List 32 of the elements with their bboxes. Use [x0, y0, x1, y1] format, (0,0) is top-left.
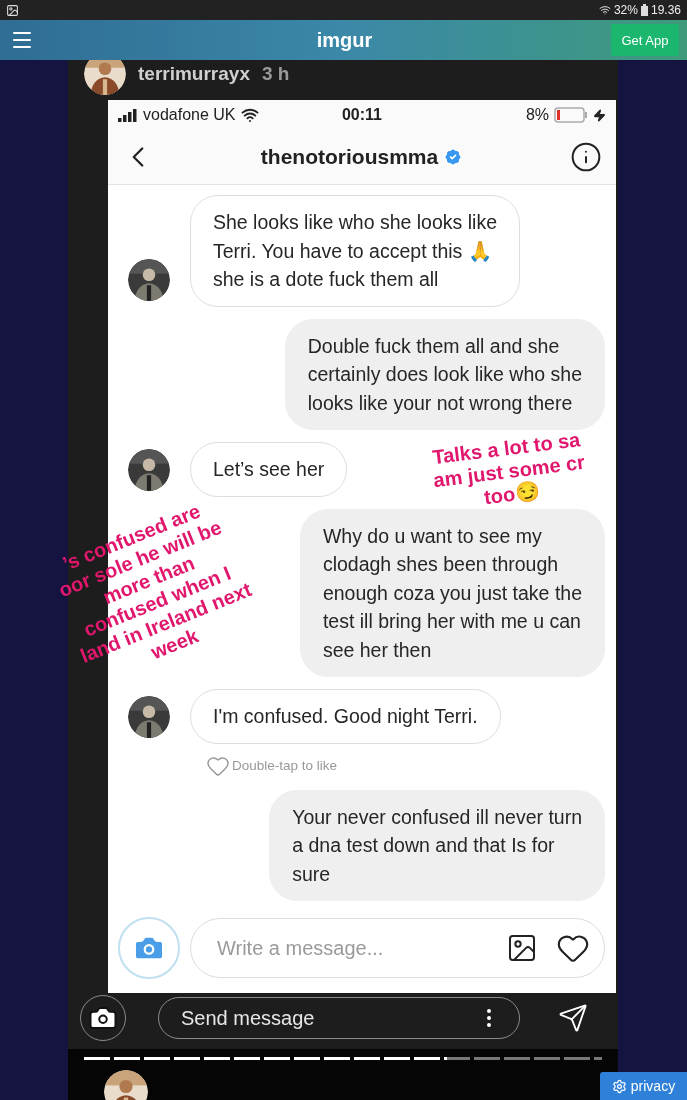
- send-icon[interactable]: [558, 1003, 588, 1033]
- reply-input[interactable]: Send message: [179, 1005, 477, 1031]
- info-icon[interactable]: [570, 141, 602, 173]
- battery-percent: 8%: [525, 106, 549, 124]
- carrier-name: vodafone UK: [143, 106, 236, 124]
- sent-message: Your never confused ill never turn a dna test down and that Is for sure: [269, 789, 605, 901]
- wifi-icon: [598, 4, 611, 16]
- chat-title: thenotoriousmma: [260, 145, 439, 169]
- privacy-button[interactable]: privacy: [600, 1072, 687, 1100]
- battery-icon: [554, 107, 588, 123]
- image-icon[interactable]: [506, 932, 538, 964]
- phone-clock: 00:11: [341, 106, 382, 124]
- clock: 19.36: [650, 3, 681, 17]
- get-app-button[interactable]: Get App: [611, 24, 679, 56]
- like-hint: Double-tap to like: [232, 758, 338, 773]
- battery-icon: [640, 4, 648, 16]
- sticker-text: Talks a lot to sa am just some cr too😏: [430, 428, 587, 511]
- received-message: She looks like who she looks like Terri. You have to accept this 🙏 she is a dote fuck them all: [190, 195, 520, 307]
- username[interactable]: terrimurrayx: [138, 63, 250, 85]
- received-message: I'm confused. Good night Terri.: [190, 689, 501, 744]
- sent-message: Double fuck them all and she certainly does look like who she looks like your not wrong there: [284, 318, 605, 430]
- image-icon: [6, 3, 19, 17]
- battery-percent: 32%: [613, 3, 638, 17]
- settings-icon: [611, 1078, 627, 1094]
- post-age: 3 h: [261, 63, 290, 85]
- message-input[interactable]: Write a message...: [215, 935, 488, 961]
- wifi-icon: [240, 106, 259, 124]
- charging-icon: [593, 108, 606, 122]
- received-message: Let’s see her: [190, 442, 348, 497]
- logo[interactable]: imgur: [316, 28, 373, 52]
- sent-message: Why do u want to see my clodagh shes been through enough coza you just take the test ill bring her with me u can see her then: [299, 508, 605, 677]
- signal-icon: [118, 108, 138, 122]
